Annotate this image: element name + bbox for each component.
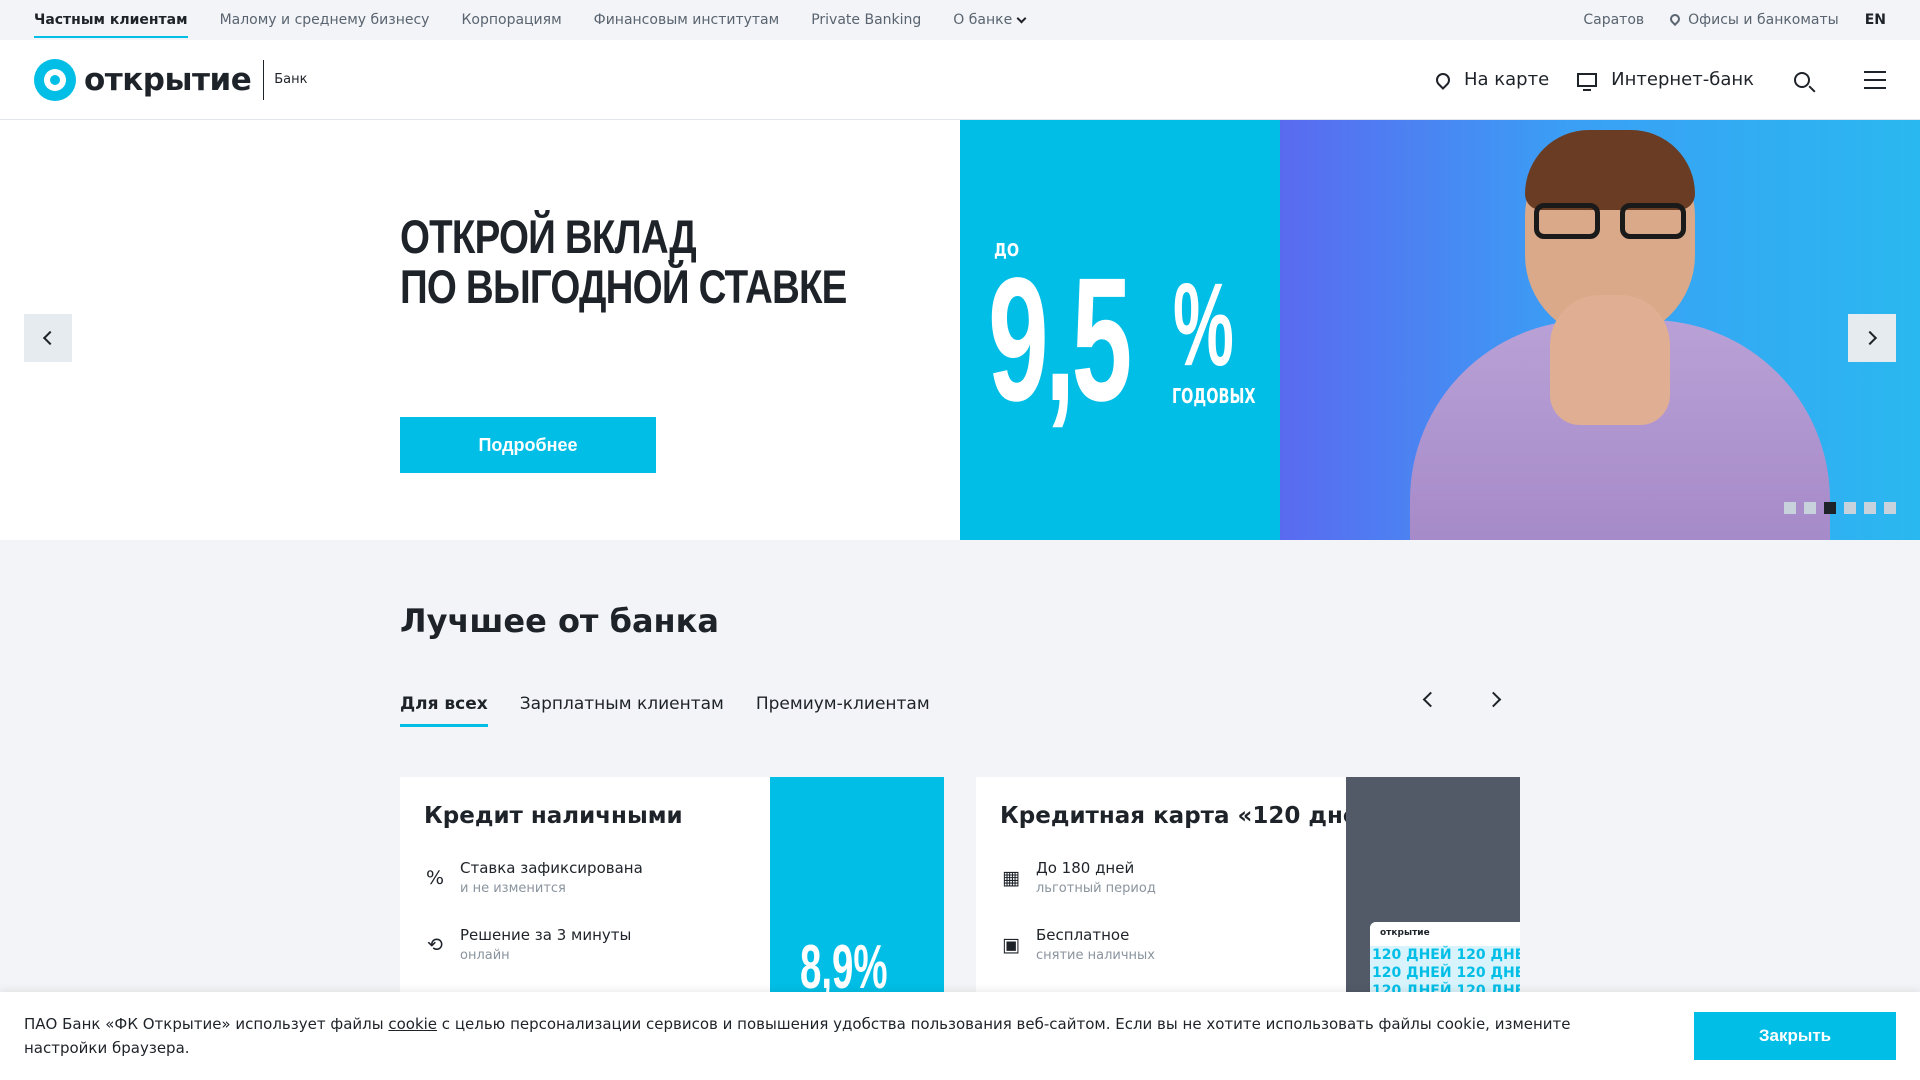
percent-icon: % bbox=[425, 867, 445, 889]
card-feature: ⟲ Решение за 3 минуты онлайн bbox=[424, 926, 631, 963]
cookie-text-before: ПАО Банк «ФК Открытие» использует файлы bbox=[24, 1015, 389, 1033]
card-title: Кредит наличными bbox=[424, 803, 683, 829]
map-link-label: На карте bbox=[1463, 69, 1550, 90]
cookie-text: ПАО Банк «ФК Открытие» использует файлы … bbox=[24, 1012, 1624, 1060]
feature-main: Ставка зафиксирована bbox=[460, 859, 643, 877]
internet-bank-link[interactable]: Интернет-банк bbox=[1577, 69, 1754, 91]
top-nav: Частным клиентам Малому и среднему бизне… bbox=[0, 0, 1920, 40]
card-rate-panel: 8,9% bbox=[770, 777, 944, 997]
product-card-cash-loan[interactable]: Кредит наличными % Ставка зафиксирована … bbox=[400, 777, 944, 997]
credit-card-brand: открытие bbox=[1370, 922, 1520, 946]
segment-nav: Частным клиентам Малому и среднему бизне… bbox=[34, 0, 1057, 40]
credit-card-image: открытие 120 ДНЕЙ 120 ДНЕЙ 12 120 ДНЕЙ 1… bbox=[1370, 922, 1520, 997]
offices-link[interactable]: Офисы и банкоматы bbox=[1668, 11, 1839, 28]
slider-next-button[interactable] bbox=[1848, 314, 1896, 362]
segment-about[interactable]: О банке bbox=[953, 0, 1027, 40]
internet-bank-label: Интернет-банк bbox=[1611, 69, 1754, 90]
feature-sub: и не изменится bbox=[460, 881, 566, 896]
segment-private[interactable]: Частным клиентам bbox=[34, 0, 188, 40]
map-link[interactable]: На карте bbox=[1433, 69, 1550, 90]
best-tabs: Для всех Зарплатным клиентам Премиум-кли… bbox=[400, 694, 930, 727]
rate-suffix: ГОДОВЫХ bbox=[1172, 384, 1256, 408]
slider-dot[interactable] bbox=[1784, 502, 1796, 514]
person-hands bbox=[1550, 295, 1670, 425]
feature-sub: онлайн bbox=[460, 948, 510, 963]
feature-main: Решение за 3 минуты bbox=[460, 926, 632, 944]
main-header: открытие Банк На карте Интернет-банк bbox=[0, 40, 1920, 120]
rate-percent: % bbox=[1173, 259, 1234, 391]
map-pin-icon bbox=[1668, 11, 1683, 27]
slider-dot[interactable] bbox=[1864, 502, 1876, 514]
chevron-right-icon bbox=[1485, 691, 1502, 708]
cards-next-button[interactable] bbox=[1485, 691, 1502, 708]
tab-premium-clients[interactable]: Премиум-клиентам bbox=[756, 694, 930, 727]
segment-financial-institutions[interactable]: Финансовым институтам bbox=[594, 0, 780, 40]
chevron-left-icon bbox=[42, 330, 58, 346]
segment-private-banking[interactable]: Private Banking bbox=[811, 0, 921, 40]
rate-value: 9,5 bbox=[988, 242, 1132, 438]
feature-sub: снятие наличных bbox=[1036, 948, 1155, 963]
hero-title-line1: ОТКРОЙ ВКЛАД bbox=[400, 210, 697, 263]
hero-title: ОТКРОЙ ВКЛАД ПО ВЫГОДНОЙ СТАВКЕ bbox=[400, 212, 847, 312]
slider-dot[interactable] bbox=[1824, 502, 1836, 514]
hero-slider: ОТКРОЙ ВКЛАД ПО ВЫГОДНОЙ СТАВКЕ Подробне… bbox=[0, 120, 1920, 540]
logo-divider bbox=[263, 59, 265, 100]
segment-small-business[interactable]: Малому и среднему бизнесу bbox=[220, 0, 430, 40]
header-nav: На карте Интернет-банк bbox=[1433, 69, 1886, 91]
cards-prev-button[interactable] bbox=[1422, 691, 1439, 708]
menu-icon[interactable] bbox=[1864, 70, 1886, 89]
feature-main: До 180 дней bbox=[1036, 859, 1135, 877]
map-pin-icon bbox=[1433, 69, 1453, 90]
hero-photo bbox=[1280, 120, 1920, 540]
hero-more-button[interactable]: Подробнее bbox=[400, 417, 656, 473]
hero-rate-panel: ДО 9,5 % ГОДОВЫХ bbox=[960, 120, 1280, 540]
tab-for-all[interactable]: Для всех bbox=[400, 694, 488, 727]
section-title: Лучшее от банка bbox=[400, 602, 719, 640]
person-hair bbox=[1525, 130, 1695, 210]
card-title: Кредитная карта «120 дней» bbox=[1000, 803, 1390, 829]
clock-history-icon: ⟲ bbox=[427, 934, 443, 956]
search-icon[interactable] bbox=[1794, 71, 1810, 88]
tab-salary-clients[interactable]: Зарплатным клиентам bbox=[520, 694, 724, 727]
segment-corporate[interactable]: Корпорациям bbox=[461, 0, 561, 40]
feature-main: Бесплатное bbox=[1036, 926, 1130, 944]
credit-card-pattern-row: 120 ДНЕЙ 120 ДНЕЙ 12 bbox=[1372, 965, 1520, 981]
calendar-icon: ▦ bbox=[1002, 867, 1020, 889]
offices-label: Офисы и банкоматы bbox=[1688, 12, 1839, 28]
slider-dot[interactable] bbox=[1884, 502, 1896, 514]
product-card-credit-card-120[interactable]: Кредитная карта «120 дней» ▦ До 180 дней… bbox=[976, 777, 1520, 997]
slider-dot[interactable] bbox=[1844, 502, 1856, 514]
cookie-close-button[interactable]: Закрыть bbox=[1694, 1012, 1896, 1060]
card-image-panel: открытие 120 ДНЕЙ 120 ДНЕЙ 12 120 ДНЕЙ 1… bbox=[1346, 777, 1520, 997]
slider-prev-button[interactable] bbox=[24, 314, 72, 362]
chevron-left-icon bbox=[1422, 691, 1439, 708]
card-feature: ▦ До 180 дней льготный период bbox=[1000, 859, 1156, 896]
logo-sub: Банк bbox=[274, 72, 308, 87]
segment-about-label: О банке bbox=[953, 12, 1013, 28]
chevron-right-icon bbox=[1862, 330, 1878, 346]
person-glasses bbox=[1528, 203, 1692, 239]
logo[interactable]: открытие Банк bbox=[34, 58, 308, 101]
feature-sub: льготный период bbox=[1036, 881, 1156, 896]
top-nav-right: Саратов Офисы и банкоматы EN bbox=[1583, 11, 1886, 28]
language-switch[interactable]: EN bbox=[1865, 12, 1886, 28]
monitor-icon bbox=[1577, 72, 1598, 91]
slider-dot[interactable] bbox=[1804, 502, 1816, 514]
card-feature: ▣ Бесплатное снятие наличных bbox=[1000, 926, 1155, 963]
slider-dots bbox=[1784, 502, 1896, 514]
city-selector[interactable]: Саратов bbox=[1583, 12, 1644, 28]
card-feature: % Ставка зафиксирована и не изменится bbox=[424, 859, 643, 896]
chevron-down-icon bbox=[1016, 13, 1027, 23]
cash-withdraw-icon: ▣ bbox=[1002, 934, 1020, 956]
card-rate: 8,9% bbox=[800, 933, 888, 997]
hero-title-line2: ПО ВЫГОДНОЙ СТАВКЕ bbox=[400, 260, 847, 313]
cookie-banner: ПАО Банк «ФК Открытие» использует файлы … bbox=[0, 992, 1920, 1080]
credit-card-pattern-row: 120 ДНЕЙ 120 ДНЕЙ 12 bbox=[1372, 947, 1520, 963]
cookie-link[interactable]: cookie bbox=[388, 1015, 437, 1033]
logo-mark-icon bbox=[34, 58, 76, 101]
logo-name: открытие bbox=[84, 61, 252, 98]
